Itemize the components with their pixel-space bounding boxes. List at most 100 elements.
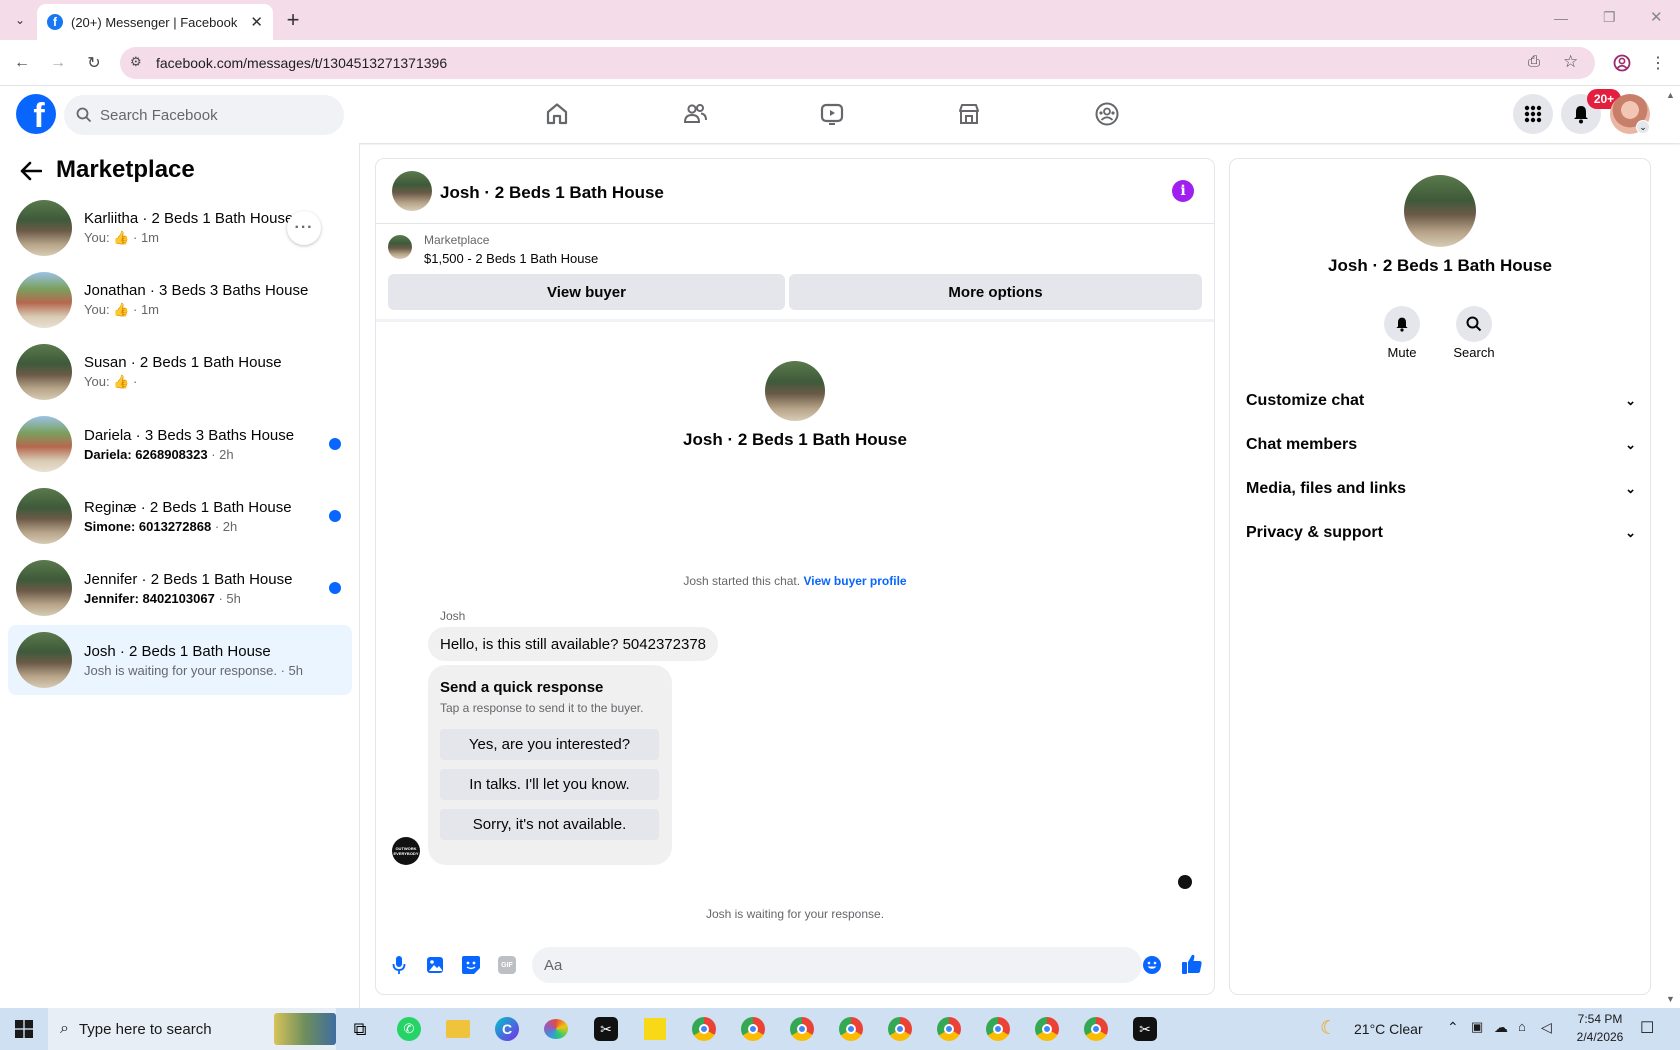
menu-grid-icon[interactable] [1513, 94, 1553, 134]
taskbar-search-box[interactable]: ⌕ Type here to search [48, 1008, 336, 1050]
tab-search-icon[interactable]: ⌄ [8, 8, 32, 32]
facebook-logo-icon[interactable]: f [16, 94, 56, 134]
reload-icon[interactable]: ↻ [82, 51, 106, 75]
chrome-profile-icon[interactable] [1080, 1013, 1112, 1045]
taskbar-search-placeholder: Type here to search [78, 1020, 212, 1038]
conversation-item-selected[interactable]: Josh · 2 Beds 1 Bath House Josh is waiti… [8, 625, 352, 695]
menu-kebab-icon[interactable]: ⋮ [1646, 51, 1670, 75]
marketplace-nav-icon[interactable] [949, 94, 989, 134]
weather-text[interactable]: 21°C Clear [1354, 1021, 1423, 1037]
conversation-item[interactable]: Jennifer · 2 Beds 1 Bath House Jennifer:… [8, 553, 352, 623]
more-options-icon[interactable]: ··· [287, 211, 321, 245]
capcut-icon[interactable]: ✂ [1129, 1013, 1161, 1045]
profile-icon[interactable] [1610, 51, 1634, 75]
facebook-search-input[interactable]: Search Facebook [64, 95, 344, 135]
profile-avatar[interactable] [765, 361, 825, 421]
like-thumbs-up-icon[interactable] [1180, 952, 1204, 976]
home-nav-icon[interactable] [537, 94, 577, 134]
new-tab-icon[interactable]: + [281, 7, 305, 32]
groups-nav-icon[interactable] [1087, 94, 1127, 134]
notification-center-icon[interactable]: ☐ [1640, 1018, 1654, 1038]
weather-moon-icon[interactable]: ☾ [1320, 1017, 1337, 1040]
chrome-profile-icon[interactable] [737, 1013, 769, 1045]
file-explorer-icon[interactable] [442, 1013, 474, 1045]
emoji-icon[interactable] [1141, 954, 1163, 976]
install-app-icon[interactable]: ⎙ [1528, 53, 1540, 70]
info-icon[interactable]: i [1172, 180, 1194, 202]
chrome-profile-icon[interactable] [884, 1013, 916, 1045]
quick-response-button[interactable]: Yes, are you interested? [440, 729, 659, 760]
capcut-icon[interactable]: ✂ [590, 1013, 622, 1045]
customize-chat-section[interactable]: Customize chat ⌄ [1246, 383, 1636, 419]
more-options-button[interactable]: More options [789, 274, 1202, 310]
sticky-notes-icon[interactable] [639, 1013, 671, 1045]
thumbs-up-icon: 👍 [113, 374, 130, 389]
windows-start-icon[interactable] [8, 1013, 40, 1045]
conversation-item[interactable]: Jonathan · 3 Beds 3 Baths House You: 👍 ·… [8, 265, 352, 335]
conversation-item[interactable]: Karliitha · 2 Beds 1 Bath House You: 👍 ·… [8, 193, 352, 263]
site-info-icon[interactable]: ⚙ [130, 54, 142, 70]
read-receipt-avatar [1178, 875, 1192, 889]
friends-nav-icon[interactable] [675, 94, 715, 134]
view-buyer-profile-link[interactable]: View buyer profile [803, 574, 906, 588]
chat-members-section[interactable]: Chat members ⌄ [1246, 427, 1636, 463]
conversation-item[interactable]: Susan · 2 Beds 1 Bath House You: 👍 · [8, 337, 352, 407]
restore-icon[interactable]: ❐ [1603, 9, 1616, 26]
back-icon[interactable]: ← [10, 51, 34, 75]
address-bar[interactable]: ⚙ facebook.com/messages/t/13045132713713… [120, 47, 1595, 79]
conversation-name: Susan · 2 Beds 1 Bath House [84, 354, 282, 371]
conversation-name: Karliitha · 2 Beds 1 Bath House [84, 210, 294, 227]
canva-icon[interactable]: C [491, 1013, 523, 1045]
quick-response-button[interactable]: In talks. I'll let you know. [440, 769, 659, 800]
bookmark-star-icon[interactable]: ☆ [1563, 52, 1578, 72]
message-input[interactable]: Aa [532, 947, 1142, 983]
forward-icon[interactable]: → [46, 51, 70, 75]
meet-icon[interactable]: ▣ [1471, 1019, 1483, 1035]
paint-icon[interactable] [540, 1013, 572, 1045]
microphone-icon[interactable] [388, 954, 410, 976]
onedrive-cloud-icon[interactable]: ☁ [1494, 1019, 1508, 1036]
sender-avatar[interactable]: OUTWORK EVERYBODY [392, 837, 420, 865]
chrome-profile-icon[interactable] [835, 1013, 867, 1045]
conversation-item[interactable]: Dariela · 3 Beds 3 Baths House Dariela: … [8, 409, 352, 479]
view-buyer-button[interactable]: View buyer [388, 274, 785, 310]
privacy-support-section[interactable]: Privacy & support ⌄ [1246, 515, 1636, 551]
scroll-up-arrow[interactable]: ▲ [1666, 90, 1675, 100]
listing-title[interactable]: $1,500 - 2 Beds 1 Bath House [424, 251, 598, 266]
back-arrow-icon[interactable] [18, 158, 44, 184]
scroll-down-arrow[interactable]: ▼ [1666, 994, 1675, 1004]
chrome-icon[interactable] [688, 1013, 720, 1045]
clock-time[interactable]: 7:54 PM [1570, 1012, 1630, 1026]
thumbs-up-icon: 👍 [113, 302, 130, 317]
minimize-icon[interactable]: — [1554, 10, 1568, 26]
close-window-icon[interactable]: ✕ [1650, 8, 1663, 26]
task-view-icon[interactable]: ⧉ [344, 1013, 376, 1045]
chrome-profile-icon[interactable] [933, 1013, 965, 1045]
search-conversation-icon[interactable] [1456, 306, 1492, 342]
network-icon[interactable]: ⌂ [1518, 1019, 1526, 1034]
volume-icon[interactable]: ◁ [1541, 1019, 1552, 1036]
whatsapp-icon[interactable]: ✆ [393, 1013, 425, 1045]
clock-date[interactable]: 2/4/2026 [1570, 1030, 1630, 1044]
sticker-icon[interactable] [460, 954, 482, 976]
tray-chevron-up-icon[interactable]: ⌃ [1447, 1019, 1459, 1036]
conversation-preview: Dariela: 6268908323 · 2h [84, 446, 234, 462]
details-avatar[interactable] [1404, 175, 1476, 247]
avatar [16, 560, 72, 616]
search-icon: ⌕ [60, 1020, 69, 1037]
message-bubble[interactable]: Hello, is this still available? 50423723… [428, 627, 719, 661]
conversation-item[interactable]: Reginæ · 2 Beds 1 Bath House Simone: 601… [8, 481, 352, 551]
quick-response-button[interactable]: Sorry, it's not available. [440, 809, 659, 840]
chat-title[interactable]: Josh · 2 Beds 1 Bath House [440, 183, 664, 203]
video-nav-icon[interactable] [812, 94, 852, 134]
chrome-profile-icon[interactable] [982, 1013, 1014, 1045]
photo-icon[interactable] [424, 954, 446, 976]
account-chevron-icon[interactable]: ⌄ [1636, 120, 1650, 134]
chrome-profile-icon[interactable] [786, 1013, 818, 1045]
chrome-profile-icon[interactable] [1031, 1013, 1063, 1045]
mute-bell-icon[interactable] [1384, 306, 1420, 342]
media-files-links-section[interactable]: Media, files and links ⌄ [1246, 471, 1636, 507]
gif-icon[interactable]: GIF [496, 954, 518, 976]
close-tab-icon[interactable]: ✕ [250, 13, 263, 31]
browser-tab[interactable]: f (20+) Messenger | Facebook ✕ [37, 4, 273, 40]
